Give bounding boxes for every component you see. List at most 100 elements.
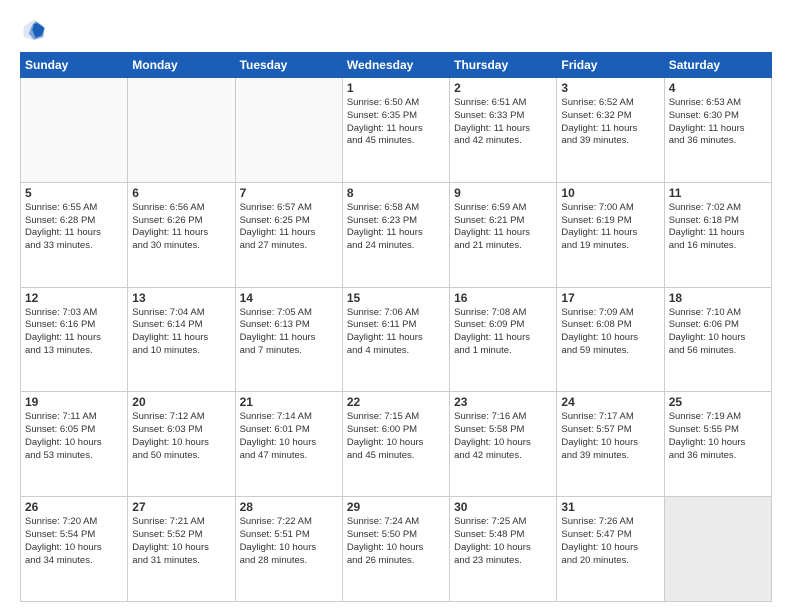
day-info: Sunrise: 7:15 AM Sunset: 6:00 PM Dayligh… <box>347 411 445 462</box>
day-info: Sunrise: 6:51 AM Sunset: 6:33 PM Dayligh… <box>454 97 552 148</box>
day-info: Sunrise: 7:02 AM Sunset: 6:18 PM Dayligh… <box>669 202 767 253</box>
day-cell: 17Sunrise: 7:09 AM Sunset: 6:08 PM Dayli… <box>557 287 664 392</box>
day-cell: 31 Sunrise: 7:26 AM Sunset: 5:47 PM Dayli… <box>557 497 664 602</box>
day-info: Sunrise: 6:56 AM Sunset: 6:26 PM Dayligh… <box>132 202 230 253</box>
col-header-tuesday: Tuesday <box>235 53 342 78</box>
day-info: Sunrise: 7:04 AM Sunset: 6:14 PM Dayligh… <box>132 307 230 358</box>
day-header-row: SundayMondayTuesdayWednesdayThursdayFrid… <box>21 53 772 78</box>
day-info: Sunrise: 7:12 AM Sunset: 6:03 PM Dayligh… <box>132 411 230 462</box>
col-header-thursday: Thursday <box>450 53 557 78</box>
day-number: 1 <box>347 81 445 95</box>
col-header-friday: Friday <box>557 53 664 78</box>
day-number: 23 <box>454 395 552 409</box>
day-number: 25 <box>669 395 767 409</box>
week-row-2: 5 Sunrise: 6:55 AM Sunset: 6:28 PM Daylig… <box>21 182 772 287</box>
day-cell <box>664 497 771 602</box>
day-cell: 27 Sunrise: 7:21 AM Sunset: 5:52 PM Dayli… <box>128 497 235 602</box>
day-cell: 4 Sunrise: 6:53 AM Sunset: 6:30 PM Daylig… <box>664 78 771 183</box>
week-row-4: 19 Sunrise: 7:11 AM Sunset: 6:05 PM Dayli… <box>21 392 772 497</box>
day-number: 21 <box>240 395 338 409</box>
day-info: Sunrise: 6:57 AM Sunset: 6:25 PM Dayligh… <box>240 202 338 253</box>
day-info: Sunrise: 7:25 AM Sunset: 5:48 PM Dayligh… <box>454 516 552 567</box>
day-cell: 12 Sunrise: 7:03 AM Sunset: 6:16 PM Dayli… <box>21 287 128 392</box>
day-number: 7 <box>240 186 338 200</box>
day-number: 17 <box>561 291 659 305</box>
day-cell: 14 Sunrise: 7:05 AM Sunset: 6:13 PM Dayli… <box>235 287 342 392</box>
logo-icon <box>20 16 48 44</box>
day-number: 19 <box>25 395 123 409</box>
day-cell: 8Sunrise: 6:58 AM Sunset: 6:23 PM Daylig… <box>342 182 449 287</box>
day-cell <box>21 78 128 183</box>
day-number: 29 <box>347 500 445 514</box>
day-cell: 19 Sunrise: 7:11 AM Sunset: 6:05 PM Dayli… <box>21 392 128 497</box>
day-cell: 23Sunrise: 7:16 AM Sunset: 5:58 PM Dayli… <box>450 392 557 497</box>
day-info: Sunrise: 7:05 AM Sunset: 6:13 PM Dayligh… <box>240 307 338 358</box>
day-info: Sunrise: 7:14 AM Sunset: 6:01 PM Dayligh… <box>240 411 338 462</box>
col-header-sunday: Sunday <box>21 53 128 78</box>
day-number: 27 <box>132 500 230 514</box>
day-number: 18 <box>669 291 767 305</box>
day-number: 20 <box>132 395 230 409</box>
day-cell: 22 Sunrise: 7:15 AM Sunset: 6:00 PM Dayli… <box>342 392 449 497</box>
day-cell: 9Sunrise: 6:59 AM Sunset: 6:21 PM Daylig… <box>450 182 557 287</box>
day-info: Sunrise: 7:22 AM Sunset: 5:51 PM Dayligh… <box>240 516 338 567</box>
day-cell: 16 Sunrise: 7:08 AM Sunset: 6:09 PM Dayli… <box>450 287 557 392</box>
day-info: Sunrise: 7:26 AM Sunset: 5:47 PM Dayligh… <box>561 516 659 567</box>
day-cell: 29 Sunrise: 7:24 AM Sunset: 5:50 PM Dayli… <box>342 497 449 602</box>
day-number: 16 <box>454 291 552 305</box>
day-info: Sunrise: 6:55 AM Sunset: 6:28 PM Dayligh… <box>25 202 123 253</box>
day-cell: 3 Sunrise: 6:52 AM Sunset: 6:32 PM Daylig… <box>557 78 664 183</box>
day-cell: 13 Sunrise: 7:04 AM Sunset: 6:14 PM Dayli… <box>128 287 235 392</box>
day-cell: 15Sunrise: 7:06 AM Sunset: 6:11 PM Dayli… <box>342 287 449 392</box>
col-header-saturday: Saturday <box>664 53 771 78</box>
col-header-wednesday: Wednesday <box>342 53 449 78</box>
day-number: 12 <box>25 291 123 305</box>
day-info: Sunrise: 7:17 AM Sunset: 5:57 PM Dayligh… <box>561 411 659 462</box>
day-number: 24 <box>561 395 659 409</box>
day-info: Sunrise: 7:21 AM Sunset: 5:52 PM Dayligh… <box>132 516 230 567</box>
header <box>20 16 772 44</box>
day-info: Sunrise: 6:52 AM Sunset: 6:32 PM Dayligh… <box>561 97 659 148</box>
day-cell: 6 Sunrise: 6:56 AM Sunset: 6:26 PM Daylig… <box>128 182 235 287</box>
day-cell: 2 Sunrise: 6:51 AM Sunset: 6:33 PM Daylig… <box>450 78 557 183</box>
day-number: 3 <box>561 81 659 95</box>
day-number: 5 <box>25 186 123 200</box>
day-number: 2 <box>454 81 552 95</box>
col-header-monday: Monday <box>128 53 235 78</box>
day-number: 30 <box>454 500 552 514</box>
day-info: Sunrise: 7:24 AM Sunset: 5:50 PM Dayligh… <box>347 516 445 567</box>
day-info: Sunrise: 7:08 AM Sunset: 6:09 PM Dayligh… <box>454 307 552 358</box>
day-number: 26 <box>25 500 123 514</box>
day-number: 4 <box>669 81 767 95</box>
day-cell: 1 Sunrise: 6:50 AM Sunset: 6:35 PM Daylig… <box>342 78 449 183</box>
day-info: Sunrise: 6:53 AM Sunset: 6:30 PM Dayligh… <box>669 97 767 148</box>
day-info: Sunrise: 7:11 AM Sunset: 6:05 PM Dayligh… <box>25 411 123 462</box>
day-number: 31 <box>561 500 659 514</box>
day-cell: 21 Sunrise: 7:14 AM Sunset: 6:01 PM Dayli… <box>235 392 342 497</box>
day-number: 6 <box>132 186 230 200</box>
day-number: 13 <box>132 291 230 305</box>
day-number: 14 <box>240 291 338 305</box>
week-row-5: 26 Sunrise: 7:20 AM Sunset: 5:54 PM Dayli… <box>21 497 772 602</box>
day-info: Sunrise: 7:03 AM Sunset: 6:16 PM Dayligh… <box>25 307 123 358</box>
day-cell: 10 Sunrise: 7:00 AM Sunset: 6:19 PM Dayli… <box>557 182 664 287</box>
day-cell: 30 Sunrise: 7:25 AM Sunset: 5:48 PM Dayli… <box>450 497 557 602</box>
day-info: Sunrise: 7:20 AM Sunset: 5:54 PM Dayligh… <box>25 516 123 567</box>
day-number: 22 <box>347 395 445 409</box>
day-info: Sunrise: 7:10 AM Sunset: 6:06 PM Dayligh… <box>669 307 767 358</box>
day-cell: 18 Sunrise: 7:10 AM Sunset: 6:06 PM Dayli… <box>664 287 771 392</box>
day-number: 8 <box>347 186 445 200</box>
day-number: 10 <box>561 186 659 200</box>
day-cell: 20 Sunrise: 7:12 AM Sunset: 6:03 PM Dayli… <box>128 392 235 497</box>
calendar: SundayMondayTuesdayWednesdayThursdayFrid… <box>20 52 772 602</box>
day-number: 15 <box>347 291 445 305</box>
logo <box>20 16 52 44</box>
day-number: 11 <box>669 186 767 200</box>
day-cell: 25Sunrise: 7:19 AM Sunset: 5:55 PM Dayli… <box>664 392 771 497</box>
day-number: 28 <box>240 500 338 514</box>
day-info: Sunrise: 7:00 AM Sunset: 6:19 PM Dayligh… <box>561 202 659 253</box>
page: SundayMondayTuesdayWednesdayThursdayFrid… <box>0 0 792 612</box>
day-cell: 28 Sunrise: 7:22 AM Sunset: 5:51 PM Dayli… <box>235 497 342 602</box>
day-info: Sunrise: 6:50 AM Sunset: 6:35 PM Dayligh… <box>347 97 445 148</box>
day-info: Sunrise: 6:59 AM Sunset: 6:21 PM Dayligh… <box>454 202 552 253</box>
